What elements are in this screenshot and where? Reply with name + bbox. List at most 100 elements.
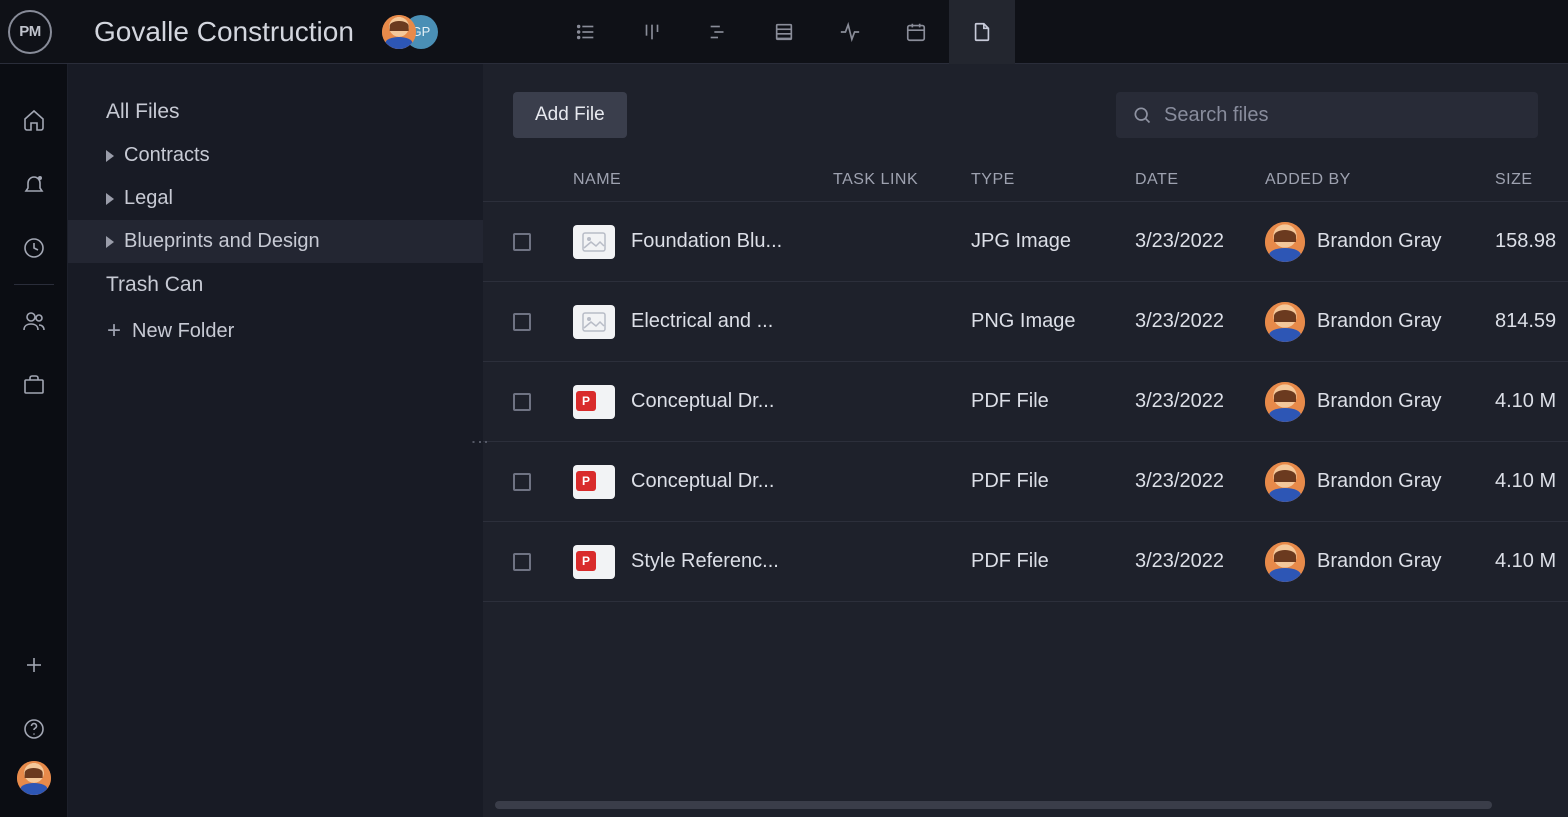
recent-icon[interactable] (0, 216, 68, 280)
file-type-cell: JPG Image (971, 230, 1135, 253)
help-icon[interactable] (0, 697, 68, 761)
user-name: Brandon Gray (1317, 230, 1442, 253)
user-avatar[interactable] (1265, 302, 1305, 342)
nav-rail (0, 64, 68, 817)
board-view-icon[interactable] (619, 0, 685, 64)
team-icon[interactable] (0, 289, 68, 353)
table-row[interactable]: Foundation Blu... JPG Image 3/23/2022 Br… (483, 202, 1568, 282)
table-row[interactable]: Conceptual Dr... PDF File 3/23/2022 Bran… (483, 442, 1568, 522)
view-switcher (553, 0, 1015, 64)
file-date-cell: 3/23/2022 (1135, 310, 1265, 333)
file-size-cell: 4.10 M (1495, 390, 1568, 413)
added-by-cell: Brandon Gray (1265, 382, 1495, 422)
file-date-cell: 3/23/2022 (1135, 230, 1265, 253)
top-bar: PM Govalle Construction GP (0, 0, 1568, 64)
home-icon[interactable] (0, 88, 68, 152)
add-file-button[interactable]: Add File (513, 92, 627, 138)
search-input[interactable] (1164, 104, 1522, 127)
row-checkbox[interactable] (513, 393, 531, 411)
file-size-cell: 814.59 (1495, 310, 1568, 333)
user-name: Brandon Gray (1317, 310, 1442, 333)
file-name-cell[interactable]: Electrical and ... (573, 305, 833, 339)
chevron-right-icon (106, 236, 114, 248)
folder-label: Trash Can (106, 273, 203, 297)
user-avatar[interactable] (1265, 462, 1305, 502)
row-checkbox[interactable] (513, 473, 531, 491)
file-name-cell[interactable]: Foundation Blu... (573, 225, 833, 259)
pdf-file-icon (573, 385, 615, 419)
member-avatars[interactable]: GP (382, 15, 438, 49)
app-logo-text: PM (19, 23, 41, 40)
plus-icon: + (106, 317, 122, 345)
row-checkbox[interactable] (513, 233, 531, 251)
header-task-link[interactable]: TASK LINK (833, 171, 971, 189)
folder-label: Legal (124, 187, 173, 210)
user-avatar[interactable] (1265, 542, 1305, 582)
activity-view-icon[interactable] (817, 0, 883, 64)
folder-blueprints-design[interactable]: Blueprints and Design (68, 220, 483, 263)
added-by-cell: Brandon Gray (1265, 302, 1495, 342)
row-checkbox[interactable] (513, 313, 531, 331)
file-date-cell: 3/23/2022 (1135, 390, 1265, 413)
folder-all-files[interactable]: All Files (68, 90, 483, 134)
folder-label: All Files (106, 100, 180, 124)
pdf-file-icon (573, 545, 615, 579)
table-row[interactable]: Conceptual Dr... PDF File 3/23/2022 Bran… (483, 362, 1568, 442)
gantt-view-icon[interactable] (685, 0, 751, 64)
table-header: NAME TASK LINK TYPE DATE ADDED BY SIZE (483, 158, 1568, 202)
horizontal-scrollbar[interactable] (495, 799, 1556, 811)
header-added-by[interactable]: ADDED BY (1265, 171, 1495, 189)
file-date-cell: 3/23/2022 (1135, 550, 1265, 573)
file-content: Add File NAME TASK LINK TYPE DATE ADDED … (483, 64, 1568, 817)
new-folder-button[interactable]: + New Folder (68, 307, 483, 355)
table-row[interactable]: Electrical and ... PNG Image 3/23/2022 B… (483, 282, 1568, 362)
chevron-right-icon (106, 150, 114, 162)
add-icon[interactable] (0, 633, 68, 697)
header-type[interactable]: TYPE (971, 171, 1135, 189)
file-name-cell[interactable]: Conceptual Dr... (573, 385, 833, 419)
file-name-cell[interactable]: Style Referenc... (573, 545, 833, 579)
app-logo[interactable]: PM (8, 10, 52, 54)
search-icon (1132, 105, 1152, 125)
project-title: Govalle Construction (94, 16, 354, 48)
folder-label: Blueprints and Design (124, 230, 320, 253)
panel-resize-handle[interactable]: ⋮ (469, 433, 491, 449)
header-name[interactable]: NAME (573, 171, 833, 189)
folder-trash[interactable]: Trash Can (68, 263, 483, 307)
folder-contracts[interactable]: Contracts (68, 134, 483, 177)
rail-separator (14, 284, 54, 285)
calendar-view-icon[interactable] (883, 0, 949, 64)
user-avatar[interactable] (1265, 222, 1305, 262)
image-file-icon (573, 305, 615, 339)
search-box[interactable] (1116, 92, 1538, 138)
folder-legal[interactable]: Legal (68, 177, 483, 220)
notifications-icon[interactable] (0, 152, 68, 216)
table-body: Foundation Blu... JPG Image 3/23/2022 Br… (483, 202, 1568, 799)
user-avatar[interactable] (1265, 382, 1305, 422)
list-view-icon[interactable] (553, 0, 619, 64)
folder-label: Contracts (124, 144, 210, 167)
pdf-file-icon (573, 465, 615, 499)
user-name: Brandon Gray (1317, 390, 1442, 413)
file-name: Foundation Blu... (631, 230, 782, 253)
new-folder-label: New Folder (132, 320, 234, 343)
file-name-cell[interactable]: Conceptual Dr... (573, 465, 833, 499)
table-row[interactable]: Style Referenc... PDF File 3/23/2022 Bra… (483, 522, 1568, 602)
added-by-cell: Brandon Gray (1265, 462, 1495, 502)
scrollbar-thumb[interactable] (495, 801, 1492, 809)
sheet-view-icon[interactable] (751, 0, 817, 64)
file-date-cell: 3/23/2022 (1135, 470, 1265, 493)
current-user-avatar[interactable] (17, 761, 51, 795)
image-file-icon (573, 225, 615, 259)
files-toolbar: Add File (483, 64, 1568, 158)
row-checkbox[interactable] (513, 553, 531, 571)
header-size[interactable]: SIZE (1495, 171, 1568, 189)
added-by-cell: Brandon Gray (1265, 542, 1495, 582)
file-name: Style Referenc... (631, 550, 779, 573)
header-date[interactable]: DATE (1135, 171, 1265, 189)
user-name: Brandon Gray (1317, 470, 1442, 493)
files-view-icon[interactable] (949, 0, 1015, 64)
avatar-user-1[interactable] (382, 15, 416, 49)
file-size-cell: 158.98 (1495, 230, 1568, 253)
portfolio-icon[interactable] (0, 353, 68, 417)
